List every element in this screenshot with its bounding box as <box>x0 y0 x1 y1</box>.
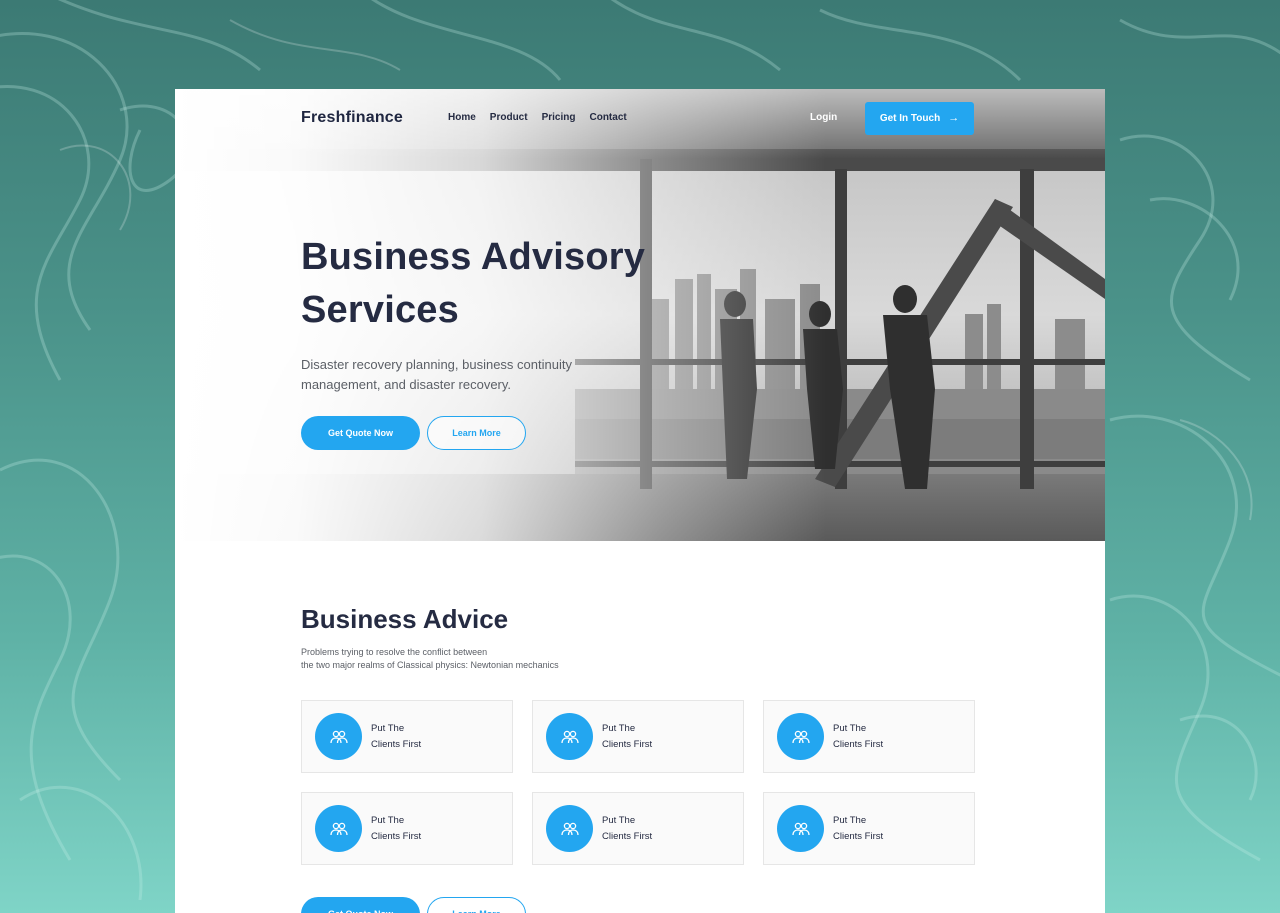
login-link[interactable]: Login <box>810 112 837 123</box>
card-text: Put The Clients First <box>371 721 441 753</box>
card-title-line-2: Clients First <box>833 738 884 750</box>
feature-card[interactable]: Put The Clients First <box>763 792 975 865</box>
hero-description: Disaster recovery planning, business con… <box>301 357 572 392</box>
nav-link-product[interactable]: Product <box>490 112 528 123</box>
section-title: Business Advice <box>301 604 509 634</box>
nav-link-contact[interactable]: Contact <box>589 112 626 123</box>
brand-logo[interactable]: Freshfinance <box>301 109 403 127</box>
card-text: Put The Clients First <box>833 813 903 845</box>
feature-card[interactable]: Put The Clients First <box>763 700 975 773</box>
users-icon <box>777 805 824 852</box>
users-icon <box>777 713 824 760</box>
card-title-line-2: Clients First <box>833 830 884 842</box>
section-description-line-2: the two major realms of Classical physic… <box>301 660 559 670</box>
learn-more-button[interactable]: Learn More <box>427 416 526 450</box>
users-icon <box>315 805 362 852</box>
card-title-line-1: Put The <box>602 814 636 826</box>
card-text: Put The Clients First <box>602 813 672 845</box>
hero-section: Freshfinance Home Product Pricing Contac… <box>175 89 1105 541</box>
nav-link-home[interactable]: Home <box>448 112 476 123</box>
card-title-line-1: Put The <box>602 722 636 734</box>
card-title-line-2: Clients First <box>371 738 422 750</box>
users-icon <box>546 713 593 760</box>
feature-card[interactable]: Put The Clients First <box>301 792 513 865</box>
hero-title: Business Advisory Services <box>301 236 646 331</box>
nav-links: Home Product Pricing Contact <box>448 112 627 123</box>
arrow-right-icon: → <box>948 112 960 124</box>
feature-card[interactable]: Put The Clients First <box>532 700 744 773</box>
get-quote-button[interactable]: Get Quote Now <box>301 897 420 913</box>
section-buttons: Get Quote Now Learn More <box>301 897 526 913</box>
users-icon <box>546 805 593 852</box>
landing-page: Freshfinance Home Product Pricing Contac… <box>175 89 1105 913</box>
card-text: Put The Clients First <box>833 721 903 753</box>
learn-more-button[interactable]: Learn More <box>427 897 526 913</box>
users-icon <box>315 713 362 760</box>
section-description: Problems trying to resolve the conflict … <box>301 646 641 672</box>
card-title-line-2: Clients First <box>371 830 422 842</box>
hero-buttons: Get Quote Now Learn More <box>301 416 526 450</box>
section-description-line-1: Problems trying to resolve the conflict … <box>301 647 488 657</box>
card-title-line-1: Put The <box>371 722 405 734</box>
feature-card[interactable]: Put The Clients First <box>301 700 513 773</box>
navbar: Freshfinance Home Product Pricing Contac… <box>175 89 1105 149</box>
card-title-line-1: Put The <box>833 814 867 826</box>
nav-link-pricing[interactable]: Pricing <box>542 112 576 123</box>
card-title-line-2: Clients First <box>602 738 653 750</box>
get-in-touch-button[interactable]: Get In Touch → <box>865 102 974 135</box>
card-title-line-2: Clients First <box>602 830 653 842</box>
card-text: Put The Clients First <box>602 721 672 753</box>
card-title-line-1: Put The <box>371 814 405 826</box>
feature-card[interactable]: Put The Clients First <box>532 792 744 865</box>
card-text: Put The Clients First <box>371 813 441 845</box>
get-quote-button[interactable]: Get Quote Now <box>301 416 420 450</box>
get-in-touch-label: Get In Touch <box>879 113 941 124</box>
feature-cards: Put The Clients First Put The Clients Fi… <box>301 700 977 865</box>
card-title-line-1: Put The <box>833 722 867 734</box>
